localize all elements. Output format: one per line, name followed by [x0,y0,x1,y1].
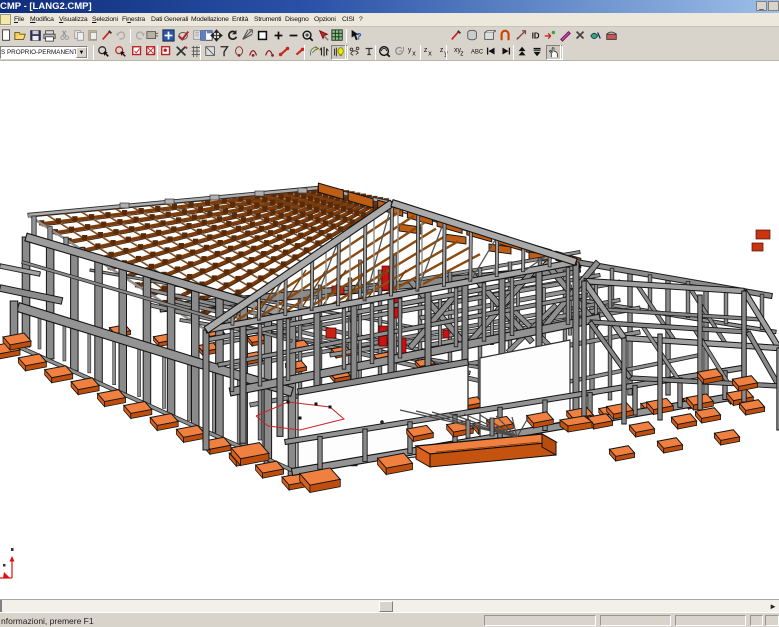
svg-text:x: x [412,50,416,57]
svg-text:ID: ID [532,32,540,41]
svg-text:z: z [460,50,464,57]
svg-text:z: z [440,47,444,54]
svg-text:?: ? [356,31,362,42]
svg-text:z: z [424,47,428,54]
svg-text:y: y [408,47,412,54]
svg-text:ABC: ABC [471,50,483,56]
svg-text:x: x [428,50,432,57]
